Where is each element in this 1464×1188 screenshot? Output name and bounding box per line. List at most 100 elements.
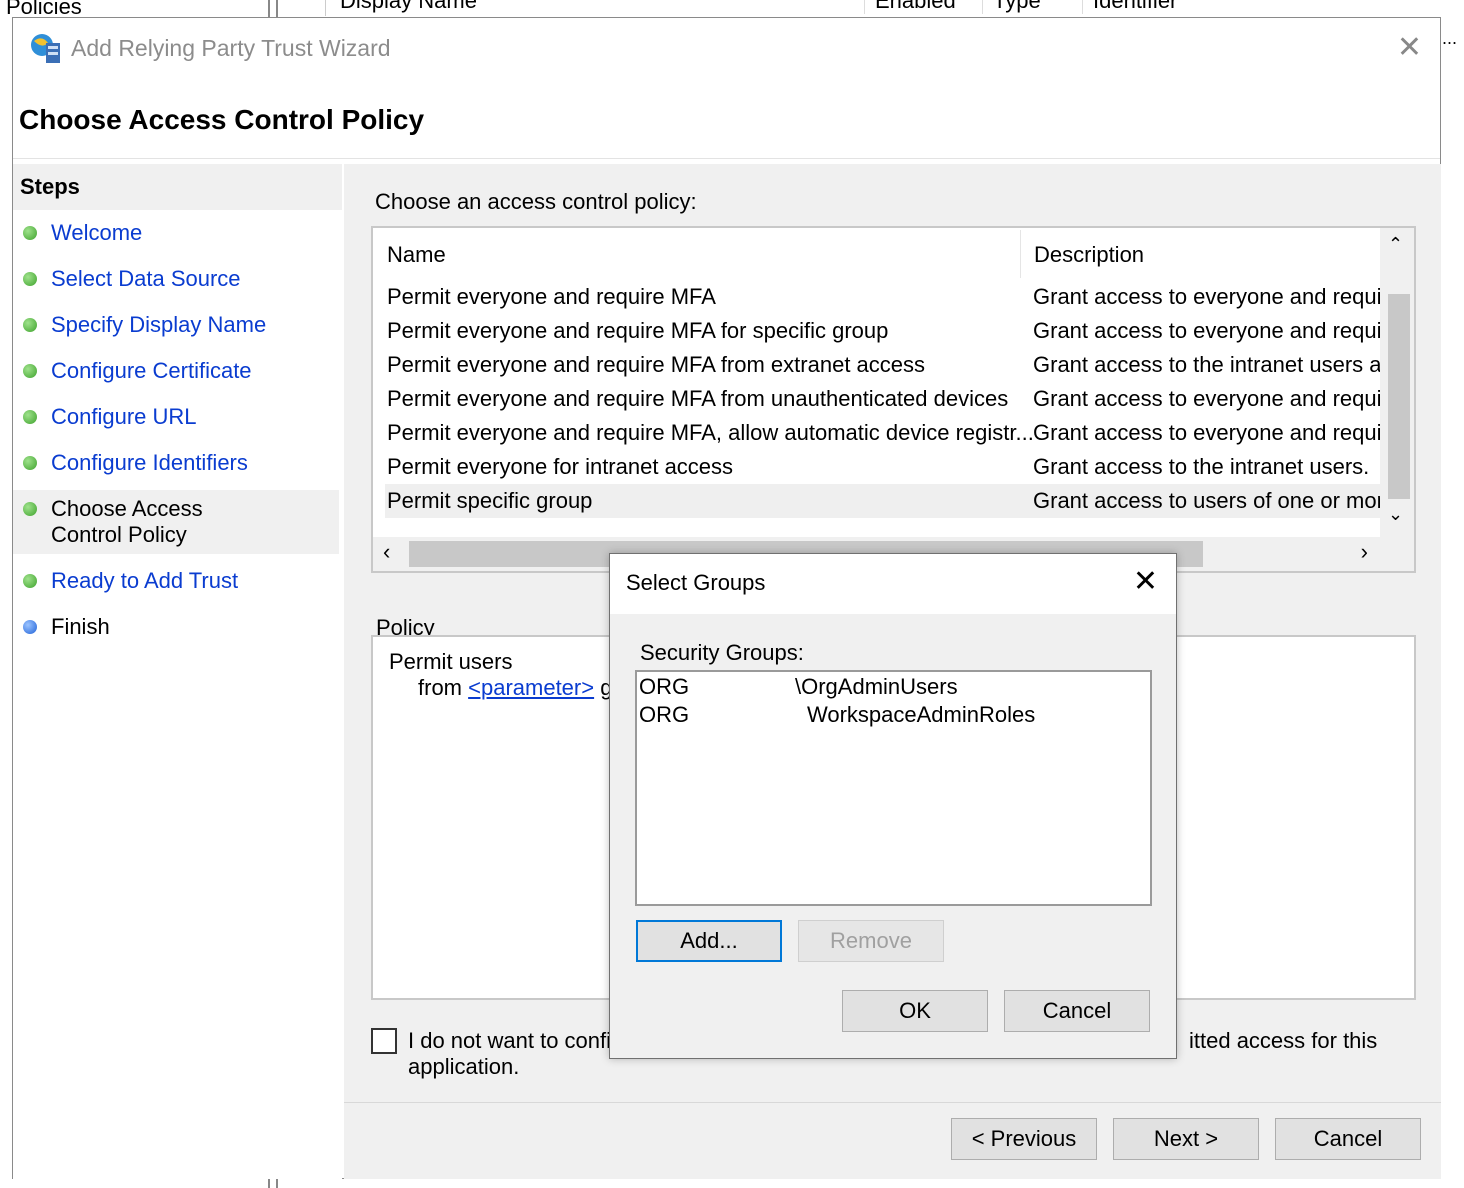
table-row[interactable]: Permit everyone and require MFA Grant acc… — [385, 280, 1381, 314]
divider — [13, 158, 1440, 159]
policy-description: Grant access to everyone and requir — [1033, 420, 1381, 445]
table-row[interactable]: Permit specific group Grant access to use… — [385, 484, 1381, 518]
step-specify-display-name[interactable]: Specify Display Name — [13, 312, 339, 338]
security-groups-label: Security Groups: — [640, 640, 804, 665]
scroll-right-icon[interactable]: › — [1361, 539, 1368, 565]
policy-name: Permit everyone and require MFA — [387, 284, 716, 309]
dialog-title-bar: Select Groups ✕ — [610, 554, 1176, 614]
steps-panel: Steps Welcome Select Data Source Specify… — [13, 164, 342, 1179]
step-done-icon — [23, 410, 37, 424]
step-done-icon — [23, 318, 37, 332]
scrollbar-thumb[interactable] — [1388, 294, 1410, 499]
group-item[interactable]: ORG \OrgAdminUsers — [639, 674, 1139, 702]
close-icon[interactable]: ✕ — [1397, 30, 1422, 65]
group-domain: ORG — [639, 674, 690, 699]
column-header-description[interactable]: Description — [1034, 242, 1144, 268]
next-button[interactable]: Next > — [1113, 1118, 1259, 1160]
bg-col: Type — [982, 0, 1041, 14]
step-finish: Finish — [13, 614, 339, 640]
checkbox-label: application. — [408, 1054, 520, 1079]
step-done-icon — [23, 272, 37, 286]
wizard-app-icon — [31, 34, 60, 63]
checkbox-label: itted access for this — [1189, 1028, 1378, 1053]
step-label: Select Data Source — [51, 266, 241, 291]
step-label: Configure URL — [51, 404, 197, 429]
group-domain: ORG — [639, 702, 690, 727]
policy-name: Permit everyone and require MFA from ext… — [387, 352, 926, 377]
policy-description: Grant access to the intranet users an — [1033, 352, 1381, 377]
scroll-down-icon[interactable]: ⌄ — [1388, 504, 1403, 525]
close-icon[interactable]: ✕ — [1133, 564, 1158, 599]
step-configure-identifiers[interactable]: Configure Identifiers — [13, 450, 339, 476]
group-item[interactable]: ORG WorkspaceAdminRoles — [639, 702, 1139, 730]
step-label: Configure Certificate — [51, 358, 252, 383]
table-row[interactable]: Permit everyone and require MFA for spec… — [385, 314, 1381, 348]
step-done-icon — [23, 364, 37, 378]
policy-description: Grant access to the intranet users. — [1033, 454, 1370, 479]
add-button[interactable]: Add... — [636, 920, 782, 962]
security-groups-list[interactable]: ORG \OrgAdminUsers ORG WorkspaceAdminRol… — [635, 670, 1152, 906]
dialog-title: Select Groups — [626, 570, 766, 595]
step-select-data-source[interactable]: Select Data Source — [13, 266, 339, 292]
step-label: Finish — [51, 614, 110, 639]
step-label: Specify Display Name — [51, 312, 267, 337]
policy-name: Permit everyone and require MFA, allow a… — [387, 420, 1034, 445]
table-row[interactable]: Permit everyone and require MFA from ext… — [385, 348, 1381, 382]
scroll-up-icon[interactable]: ⌃ — [1388, 234, 1403, 255]
steps-header: Steps — [13, 164, 342, 210]
column-header-name[interactable]: Name — [387, 242, 446, 268]
window-title: Add Relying Party Trust Wizard — [71, 35, 391, 61]
policy-description: Grant access to everyone and requir — [1033, 318, 1381, 343]
step-configure-certificate[interactable]: Configure Certificate — [13, 358, 339, 384]
select-groups-dialog: Select Groups ✕ Security Groups: ORG \Or… — [609, 553, 1177, 1059]
policy-description: Grant access to everyone and requir — [1033, 386, 1381, 411]
policy-description: Grant access to users of one or more — [1033, 488, 1381, 513]
ok-button[interactable]: OK — [842, 990, 988, 1032]
policy-line: from <parameter> g — [418, 675, 612, 701]
step-done-icon — [23, 574, 37, 588]
dialog-cancel-button[interactable]: Cancel — [1004, 990, 1150, 1032]
step-choose-access-control-policy: Choose Access Control Policy — [13, 490, 339, 554]
step-done-icon — [23, 456, 37, 470]
table-row[interactable]: Permit everyone and require MFA from una… — [385, 382, 1381, 416]
step-pending-icon — [23, 620, 37, 634]
step-done-icon — [23, 226, 37, 240]
background-ellipsis: ... — [1442, 28, 1458, 48]
previous-button[interactable]: < Previous — [951, 1118, 1097, 1160]
bg-col: Enabled — [864, 0, 956, 14]
bg-col: Identifier — [1082, 0, 1177, 14]
policy-name: Permit everyone and require MFA from una… — [387, 386, 1009, 411]
skip-policy-checkbox[interactable] — [371, 1028, 397, 1054]
choose-policy-label: Choose an access control policy: — [375, 189, 697, 214]
column-divider[interactable] — [1020, 230, 1021, 278]
policy-name: Permit specific group — [387, 488, 593, 513]
group-name: WorkspaceAdminRoles — [807, 702, 1036, 727]
page-title: Choose Access Control Policy — [19, 104, 425, 135]
bg-col: Display Name — [340, 0, 477, 13]
parameter-link[interactable]: <parameter> — [468, 675, 594, 700]
policy-text: from — [418, 675, 462, 700]
vertical-scrollbar[interactable]: ⌃ ⌄ — [1380, 228, 1414, 538]
step-label: Ready to Add Trust — [51, 568, 239, 593]
group-name: \OrgAdminUsers — [795, 674, 958, 699]
divider — [344, 1102, 1441, 1103]
remove-button[interactable]: Remove — [798, 920, 944, 962]
title-bar: Add Relying Party Trust Wizard ✕ — [13, 18, 1440, 78]
policy-name: Permit everyone and require MFA for spec… — [387, 318, 889, 343]
policy-name: Permit everyone for intranet access — [387, 454, 734, 479]
policy-description: Grant access to everyone and requir — [1033, 284, 1381, 309]
step-done-icon — [23, 502, 37, 516]
scroll-left-icon[interactable]: ‹ — [383, 539, 390, 565]
policy-list[interactable]: Name Description Permit everyone and req… — [371, 226, 1416, 573]
step-ready-to-add-trust[interactable]: Ready to Add Trust — [13, 568, 339, 594]
cancel-button[interactable]: Cancel — [1275, 1118, 1421, 1160]
step-label: Welcome — [51, 220, 143, 245]
step-configure-url[interactable]: Configure URL — [13, 404, 339, 430]
table-row[interactable]: Permit everyone and require MFA, allow a… — [385, 416, 1381, 450]
step-label: Configure Identifiers — [51, 450, 248, 475]
step-label: Choose Access Control Policy — [51, 496, 203, 547]
step-welcome[interactable]: Welcome — [13, 220, 339, 246]
background-column-headers: Display Name Enabled Type Identifier — [325, 0, 1464, 16]
checkbox-label: I do not want to confi — [408, 1028, 612, 1053]
table-row[interactable]: Permit everyone for intranet access Grant… — [385, 450, 1381, 484]
